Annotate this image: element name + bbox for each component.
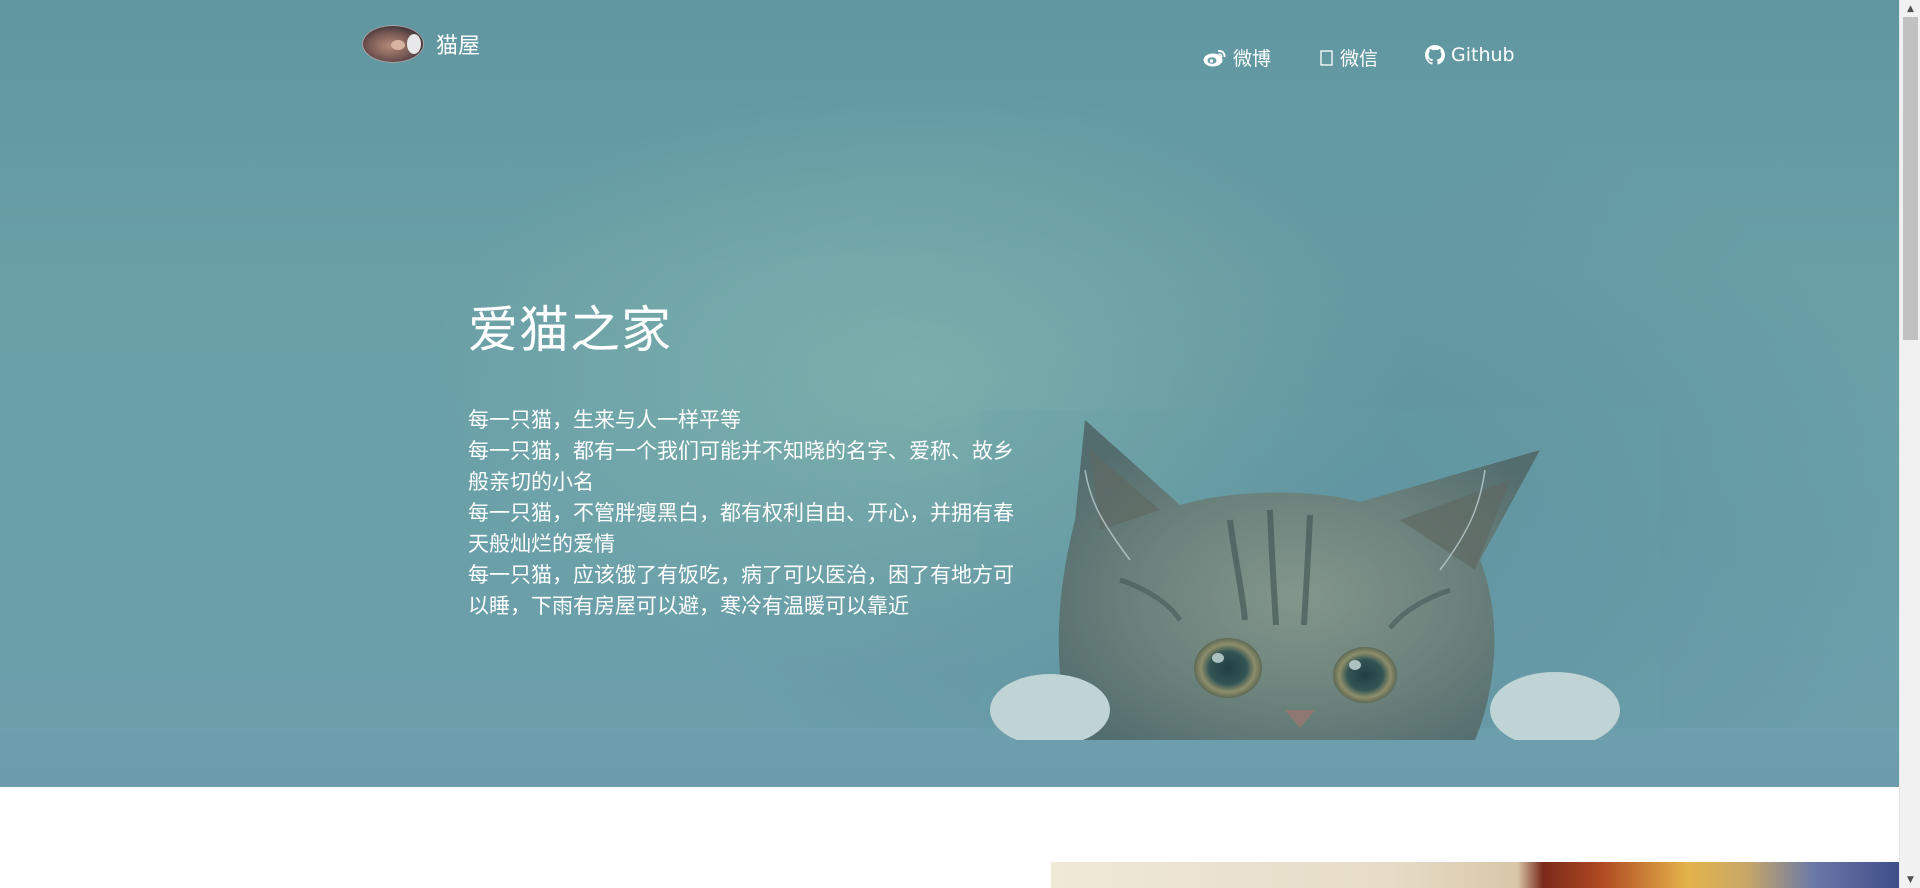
nav-github-link[interactable]: Github [1425, 44, 1515, 66]
hero-line: 每一只猫，都有一个我们可能并不知晓的名字、爱称、故乡般亲切的小名 [468, 439, 1014, 494]
hero-line: 每一只猫，生来与人一样平等 [468, 408, 741, 432]
hero-text: 每一只猫，生来与人一样平等 每一只猫，都有一个我们可能并不知晓的名字、爱称、故乡… [468, 405, 1028, 622]
hero-line: 每一只猫，应该饿了有饭吃，病了可以医治，困了有地方可以睡，下雨有房屋可以避，寒冷… [468, 563, 1014, 618]
hero-banner: 爱猫之家 每一只猫，生来与人一样平等 每一只猫，都有一个我们可能并不知晓的名字、… [0, 0, 1899, 787]
scrollbar-thumb[interactable] [1903, 17, 1918, 340]
weibo-icon [1203, 49, 1227, 67]
nav-wechat-link[interactable]: 微信 [1320, 44, 1378, 71]
scroll-up-arrow-icon[interactable]: ▲ [1900, 0, 1920, 17]
nav-github-label: Github [1451, 44, 1515, 66]
nav-weibo-link[interactable]: 微博 [1203, 44, 1271, 71]
nav-weibo-label: 微博 [1233, 48, 1272, 70]
github-icon [1425, 45, 1445, 65]
brand-name: 猫屋 [436, 34, 481, 59]
wechat-icon [1320, 49, 1334, 67]
cat-illustration [980, 410, 1660, 740]
scrollbar[interactable]: ▲ ▼ [1899, 0, 1920, 888]
nav-wechat-label: 微信 [1340, 48, 1379, 70]
content-image [1051, 862, 1899, 888]
scroll-down-arrow-icon[interactable]: ▼ [1900, 871, 1920, 888]
hero-title: 爱猫之家 [468, 301, 672, 359]
cat-avatar-icon [362, 25, 424, 63]
brand-link[interactable]: 猫屋 [362, 24, 480, 64]
hero-line: 每一只猫，不管胖瘦黑白，都有权利自由、开心，并拥有春天般灿烂的爱情 [468, 501, 1014, 556]
